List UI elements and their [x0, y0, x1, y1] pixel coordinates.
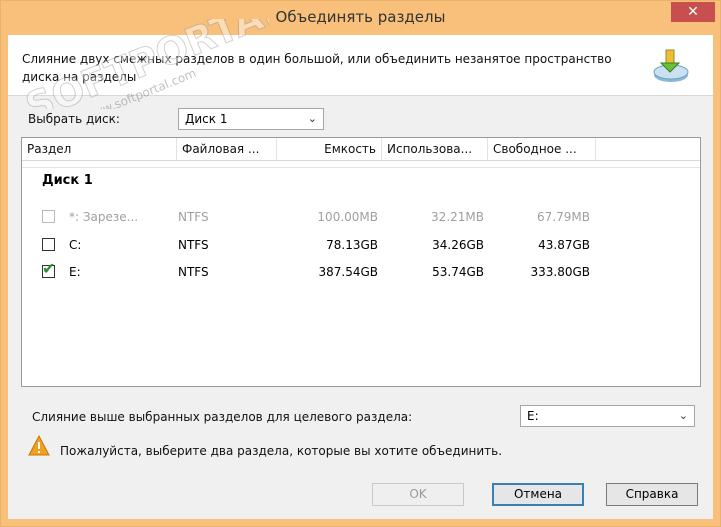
chevron-down-icon: ⌄: [678, 409, 688, 422]
cell-filesystem: NTFS: [178, 210, 209, 224]
help-button[interactable]: Справка: [606, 483, 698, 506]
cell-filesystem: NTFS: [178, 238, 209, 252]
cell-used: 34.26GB: [432, 238, 484, 252]
cell-free: 333.80GB: [530, 265, 590, 279]
table-row: *: Зарезе... NTFS 100.00MB 32.21MB 67.79…: [22, 204, 700, 230]
disk-select[interactable]: Диск 1 ⌄: [178, 108, 324, 130]
warning-text: Пожалуйста, выберите два раздела, которы…: [60, 444, 503, 458]
window-title: Объединять разделы: [275, 8, 446, 26]
dialog-window: Объединять разделы ✕ Слияние двух смежны…: [0, 0, 721, 527]
warning-icon: [28, 435, 50, 456]
close-button[interactable]: ✕: [671, 2, 715, 22]
table-row[interactable]: C: NTFS 78.13GB 34.26GB 43.87GB: [22, 232, 700, 258]
title-bar[interactable]: Объединять разделы ✕: [1, 1, 720, 35]
cell-used: 53.74GB: [432, 265, 484, 279]
cell-capacity: 78.13GB: [326, 238, 378, 252]
target-partition-value: E:: [527, 409, 539, 423]
cell-capacity: 100.00MB: [317, 210, 378, 224]
row-checkbox[interactable]: [42, 238, 55, 251]
row-checkbox: [42, 210, 55, 223]
target-partition-label: Слияние выше выбранных разделов для целе…: [32, 410, 413, 424]
table-row[interactable]: ✔ E: NTFS 387.54GB 53.74GB 333.80GB: [22, 259, 700, 285]
cell-free: 67.79MB: [537, 210, 590, 224]
group-title: Диск 1: [42, 173, 93, 188]
cell-partition: *: Зарезе...: [69, 210, 139, 224]
merge-partitions-icon: [653, 49, 689, 82]
target-partition-select[interactable]: E: ⌄: [520, 405, 695, 427]
cell-partition: C:: [69, 238, 82, 252]
dialog-body: Слияние двух смежных разделов в один бол…: [8, 35, 713, 519]
ok-button[interactable]: OK: [372, 483, 464, 506]
description-panel: Слияние двух смежных разделов в один бол…: [8, 35, 713, 96]
checkmark-icon: ✔: [42, 259, 56, 278]
description-text: Слияние двух смежных разделов в один бол…: [22, 52, 612, 84]
cell-capacity: 387.54GB: [318, 265, 378, 279]
cell-used: 32.21MB: [431, 210, 484, 224]
list-header: Раздел Файловая ... Емкость Использова..…: [22, 138, 700, 161]
group-divider: [22, 167, 700, 168]
cell-partition: E:: [69, 265, 81, 279]
disk-select-value: Диск 1: [185, 112, 228, 126]
column-free[interactable]: Свободное ...: [488, 138, 596, 160]
row-checkbox[interactable]: ✔: [42, 261, 55, 278]
cancel-button[interactable]: Отмена: [492, 483, 584, 506]
partition-list[interactable]: Раздел Файловая ... Емкость Использова..…: [21, 137, 701, 387]
column-capacity[interactable]: Емкость: [277, 138, 382, 160]
cell-free: 43.87GB: [538, 238, 590, 252]
chevron-down-icon: ⌄: [307, 112, 317, 125]
column-partition[interactable]: Раздел: [22, 138, 177, 160]
column-filesystem[interactable]: Файловая ...: [177, 138, 277, 160]
disk-select-label: Выбрать диск:: [28, 112, 120, 126]
column-used[interactable]: Использова...: [382, 138, 488, 160]
cell-filesystem: NTFS: [178, 265, 209, 279]
